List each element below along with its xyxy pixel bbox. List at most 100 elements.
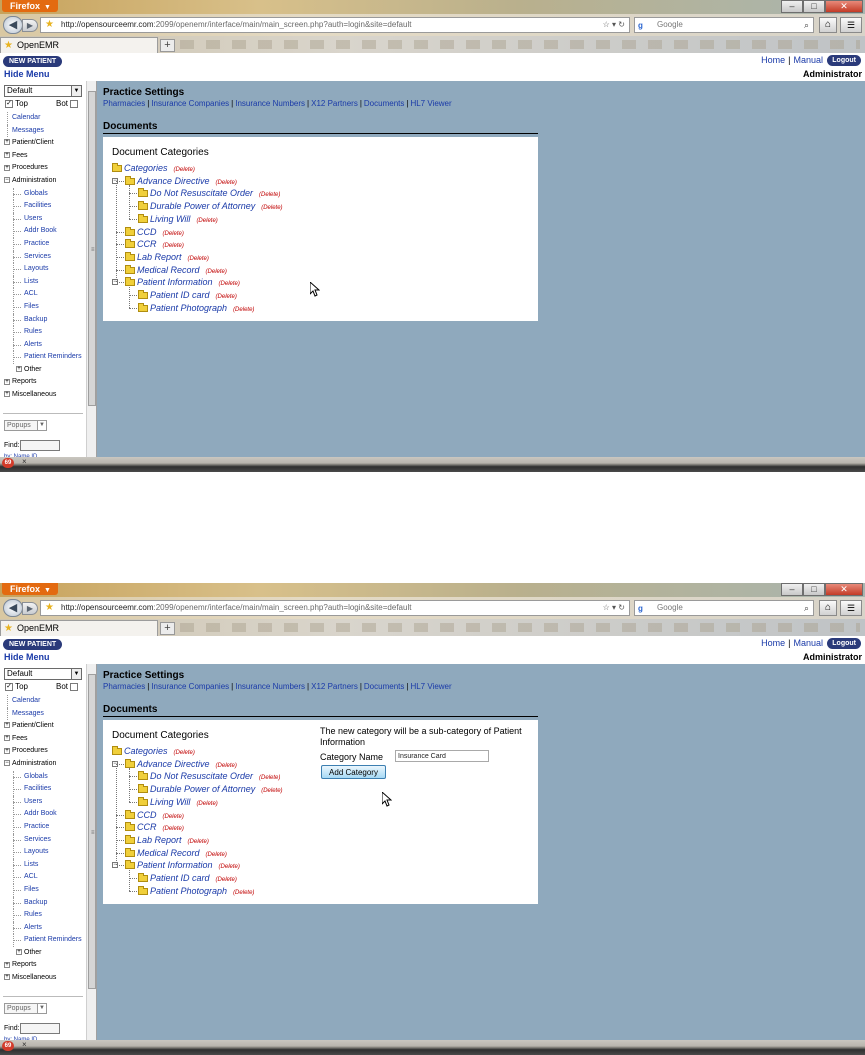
delete-link[interactable]: (Delete)	[233, 890, 254, 896]
sidebar-item[interactable]: Addr Book	[4, 808, 86, 821]
sidebar-item[interactable]: + Patient/Client	[4, 720, 86, 733]
category-node[interactable]: Medical Record (Delete)	[125, 264, 227, 277]
forward-icon[interactable]: ▶	[22, 19, 38, 32]
close-icon[interactable]: ×	[22, 457, 27, 466]
search-input[interactable]: g Google ⌕	[634, 600, 814, 616]
sidebar-item[interactable]: + Reports	[4, 959, 86, 972]
category-label[interactable]: Living Will	[150, 214, 190, 224]
find-input[interactable]	[20, 1023, 60, 1034]
expand-icon[interactable]: +	[4, 734, 10, 741]
collapse-icon[interactable]: −	[112, 177, 118, 184]
sidebar-item[interactable]: Services	[4, 250, 86, 264]
sidebar-item[interactable]: + Other	[4, 364, 86, 377]
sidebar-item[interactable]: Addr Book	[4, 225, 86, 238]
sidebar-item[interactable]: Alerts	[4, 338, 86, 352]
sidebar-item[interactable]: + Miscellaneous	[4, 389, 86, 402]
sidebar-item[interactable]: Services	[4, 833, 86, 847]
addon-icon[interactable]: 69	[2, 1041, 14, 1051]
category-label[interactable]: Lab Report	[137, 835, 182, 845]
collapse-icon[interactable]: −	[4, 760, 10, 767]
category-node[interactable]: Categories (Delete)	[112, 745, 195, 758]
sidebar-item[interactable]: Messages	[4, 707, 86, 721]
category-node[interactable]: Do Not Resuscitate Order (Delete)	[138, 770, 280, 783]
category-node[interactable]: Advance Directive (Delete)	[125, 758, 237, 771]
maximize-icon[interactable]: □	[803, 0, 825, 13]
scroll-thumb[interactable]: ≡	[88, 674, 96, 989]
category-label[interactable]: Living Will	[150, 797, 190, 807]
delete-link[interactable]: (Delete)	[259, 192, 280, 198]
new-tab-button[interactable]: +	[160, 622, 175, 635]
category-label[interactable]: Advance Directive	[137, 176, 210, 186]
menu-icon[interactable]: ☰	[840, 600, 862, 616]
add-category-button[interactable]: Add Category	[321, 765, 386, 779]
category-label[interactable]: Do Not Resuscitate Order	[150, 188, 253, 198]
nav-scrollbar[interactable]: ≡	[86, 81, 96, 458]
sidebar-item[interactable]: Lists	[4, 858, 86, 872]
sidebar-item[interactable]: Globals	[4, 187, 86, 201]
sidebar-item[interactable]: Layouts	[4, 263, 86, 276]
scroll-thumb[interactable]: ≡	[88, 91, 96, 406]
sidebar-item[interactable]: + Fees	[4, 150, 86, 163]
expand-icon[interactable]: +	[4, 378, 10, 385]
logout-button[interactable]: Logout	[827, 638, 861, 649]
expand-icon[interactable]: +	[4, 747, 10, 754]
expand-icon[interactable]: +	[4, 391, 10, 398]
category-node[interactable]: Advance Directive (Delete)	[125, 175, 237, 188]
category-label[interactable]: Advance Directive	[137, 759, 210, 769]
tab-openemr[interactable]: ★ OpenEMR	[0, 620, 158, 636]
category-label[interactable]: Medical Record	[137, 265, 200, 275]
category-node[interactable]: CCD (Delete)	[125, 226, 184, 239]
delete-link[interactable]: (Delete)	[206, 269, 227, 275]
expand-icon[interactable]: +	[16, 366, 22, 373]
practice-link[interactable]: Insurance Numbers	[235, 99, 305, 108]
url-bar[interactable]: ★ http://opensourceemr.com:2099/openemr/…	[40, 17, 630, 33]
sidebar-item[interactable]: Patient Reminders	[4, 934, 86, 947]
delete-link[interactable]: (Delete)	[219, 864, 240, 870]
hide-menu-link[interactable]: Hide Menu	[4, 69, 50, 79]
category-node[interactable]: Durable Power of Attorney (Delete)	[138, 783, 283, 796]
category-node[interactable]: Do Not Resuscitate Order (Delete)	[138, 187, 280, 200]
delete-link[interactable]: (Delete)	[174, 167, 195, 173]
sidebar-item[interactable]: Alerts	[4, 921, 86, 935]
category-node[interactable]: Living Will (Delete)	[138, 213, 218, 226]
category-node[interactable]: Patient ID card (Delete)	[138, 289, 237, 302]
sidebar-item[interactable]: Backup	[4, 313, 86, 327]
top-checkbox[interactable]: ✓	[5, 682, 13, 691]
minimize-icon[interactable]: –	[781, 583, 803, 596]
category-label[interactable]: Durable Power of Attorney	[150, 201, 255, 211]
delete-link[interactable]: (Delete)	[163, 826, 184, 832]
category-label[interactable]: Patient Photograph	[150, 886, 227, 896]
delete-link[interactable]: (Delete)	[163, 814, 184, 820]
sidebar-item[interactable]: − Administration	[4, 758, 86, 771]
home-link[interactable]: Home	[761, 638, 785, 648]
sidebar-item[interactable]: Facilities	[4, 200, 86, 213]
collapse-icon[interactable]: −	[112, 760, 118, 767]
firefox-menu-button[interactable]: Firefox ▼	[2, 583, 58, 595]
sidebar-item[interactable]: + Miscellaneous	[4, 972, 86, 985]
sidebar-item[interactable]: Practice	[4, 237, 86, 251]
sidebar-item[interactable]: + Procedures	[4, 162, 86, 175]
category-node[interactable]: Medical Record (Delete)	[125, 847, 227, 860]
nav-select[interactable]: Default ▼	[4, 668, 82, 680]
category-node[interactable]: CCR (Delete)	[125, 238, 184, 251]
sidebar-item[interactable]: Layouts	[4, 846, 86, 859]
delete-link[interactable]: (Delete)	[188, 256, 209, 262]
category-label[interactable]: CCR	[137, 822, 157, 832]
practice-link[interactable]: X12 Partners	[311, 682, 358, 691]
category-label[interactable]: Do Not Resuscitate Order	[150, 771, 253, 781]
category-node[interactable]: Patient ID card (Delete)	[138, 872, 237, 885]
expand-icon[interactable]: +	[4, 961, 10, 968]
category-label[interactable]: CCD	[137, 227, 157, 237]
search-icon[interactable]: ⌕	[804, 18, 809, 32]
practice-link[interactable]: Insurance Companies	[151, 99, 229, 108]
sidebar-item[interactable]: − Administration	[4, 175, 86, 188]
sidebar-item[interactable]: + Patient/Client	[4, 137, 86, 150]
home-icon[interactable]: ⌂	[819, 600, 837, 616]
category-node[interactable]: Patient Information (Delete)	[125, 276, 240, 289]
sidebar-item[interactable]: ACL	[4, 871, 86, 884]
category-label[interactable]: Patient Photograph	[150, 303, 227, 313]
delete-link[interactable]: (Delete)	[216, 180, 237, 186]
firefox-menu-button[interactable]: Firefox ▼	[2, 0, 58, 12]
delete-link[interactable]: (Delete)	[259, 775, 280, 781]
expand-icon[interactable]: +	[4, 974, 10, 981]
